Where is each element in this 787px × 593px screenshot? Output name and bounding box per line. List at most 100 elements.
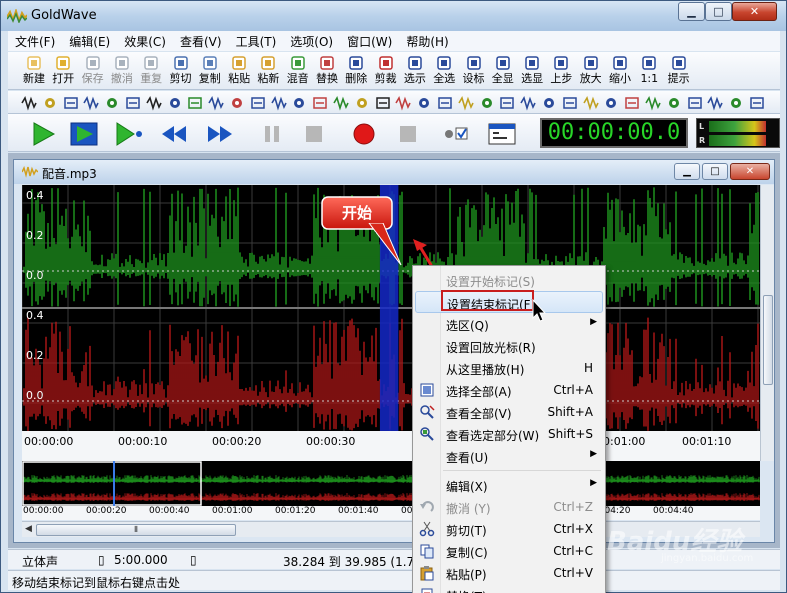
effect-3-icon[interactable] bbox=[83, 95, 100, 111]
title-bar[interactable]: GoldWave ▁ □ ✕ bbox=[1, 1, 786, 31]
effect-31-icon[interactable] bbox=[666, 95, 682, 111]
context-menu-item[interactable]: 设置回放光标(R) bbox=[415, 335, 603, 357]
play-from-cursor-icon[interactable] bbox=[112, 120, 144, 148]
effect-12-icon[interactable] bbox=[270, 95, 287, 111]
toolbar-button-14[interactable]: 全选 bbox=[432, 54, 456, 88]
toolbar-button-7[interactable]: 粘贴 bbox=[227, 54, 251, 88]
sound-minimize-button[interactable]: ▁ bbox=[674, 163, 700, 180]
control-window-icon[interactable] bbox=[486, 120, 518, 148]
effect-32-icon[interactable] bbox=[687, 95, 703, 111]
effect-10-icon[interactable] bbox=[229, 95, 245, 111]
monitor-options-icon[interactable] bbox=[440, 120, 472, 148]
context-menu-item[interactable]: 查看全部(V) Shift+A bbox=[415, 401, 603, 423]
context-menu-item[interactable]: 查看选定部分(W) Shift+S bbox=[415, 423, 603, 445]
context-menu-item[interactable]: 剪切(T) Ctrl+X bbox=[415, 518, 603, 540]
toolbar-button-8[interactable]: 粘新 bbox=[256, 54, 280, 88]
pause-icon[interactable] bbox=[256, 120, 288, 148]
toolbar-button-4[interactable]: 重复 bbox=[139, 54, 163, 88]
effect-15-icon[interactable] bbox=[333, 95, 349, 111]
context-menu-item[interactable]: 从这里播放(H) H bbox=[415, 357, 603, 379]
effect-6-icon[interactable] bbox=[146, 95, 162, 111]
menu-4[interactable]: 工具(T) bbox=[229, 33, 284, 50]
toolbar-button-2[interactable]: 保存 bbox=[81, 54, 105, 88]
toolbar-button-1[interactable]: 打开 bbox=[51, 54, 75, 88]
toolbar-button-5[interactable]: 剪切 bbox=[169, 54, 193, 88]
effect-24-icon[interactable] bbox=[520, 95, 536, 111]
toolbar-button-19[interactable]: 放大 bbox=[579, 54, 603, 88]
effect-17-icon[interactable] bbox=[375, 95, 391, 111]
effect-1-icon[interactable] bbox=[42, 95, 58, 111]
toolbar-button-22[interactable]: 提示 bbox=[667, 54, 691, 88]
effect-29-icon[interactable] bbox=[624, 95, 640, 111]
toolbar-button-17[interactable]: 选显 bbox=[520, 54, 544, 88]
effect-20-icon[interactable] bbox=[437, 95, 453, 111]
effect-18-icon[interactable] bbox=[395, 95, 412, 111]
play-selection-icon[interactable] bbox=[68, 120, 100, 148]
context-menu-item[interactable]: 查看(U) ▶ bbox=[415, 445, 603, 467]
effect-9-icon[interactable] bbox=[208, 95, 224, 111]
menu-5[interactable]: 选项(O) bbox=[283, 33, 340, 50]
context-menu-item[interactable]: 粘贴(P) Ctrl+V bbox=[415, 562, 603, 584]
menu-0[interactable]: 文件(F) bbox=[8, 33, 62, 50]
effect-27-icon[interactable] bbox=[582, 95, 599, 111]
effect-7-icon[interactable] bbox=[167, 95, 183, 111]
effect-26-icon[interactable] bbox=[562, 95, 578, 111]
play-icon[interactable] bbox=[26, 120, 58, 148]
stop-record-icon[interactable] bbox=[392, 120, 424, 148]
context-menu-item[interactable]: 选区(Q) ▶ bbox=[415, 313, 603, 335]
toolbar-button-11[interactable]: 删除 bbox=[344, 54, 368, 88]
context-menu-item[interactable]: 选择全部(A) Ctrl+A bbox=[415, 379, 603, 401]
context-menu-item[interactable]: 设置开始标记(S) bbox=[415, 269, 603, 291]
context-menu-item[interactable]: 撤消 (Y) Ctrl+Z bbox=[415, 496, 603, 518]
scroll-thumb[interactable]: ⦀ bbox=[36, 524, 236, 536]
sound-window-title-bar[interactable]: 配音.mp3 ▁ □ ✕ bbox=[14, 160, 774, 184]
sound-maximize-button[interactable]: □ bbox=[702, 163, 728, 180]
context-menu-item[interactable]: 复制(C) Ctrl+C bbox=[415, 540, 603, 562]
toolbar-button-12[interactable]: 剪裁 bbox=[374, 54, 398, 88]
effect-21-icon[interactable] bbox=[458, 95, 474, 111]
effect-28-icon[interactable] bbox=[603, 95, 619, 111]
toolbar-button-21[interactable]: 1:1 bbox=[637, 54, 661, 88]
close-button[interactable]: ✕ bbox=[732, 2, 777, 21]
effect-0-icon[interactable] bbox=[21, 95, 37, 111]
effect-11-icon[interactable] bbox=[250, 95, 266, 111]
vertical-scrollbar[interactable] bbox=[760, 185, 774, 461]
effect-22-icon[interactable] bbox=[479, 95, 495, 111]
stop-icon[interactable] bbox=[298, 120, 330, 148]
effect-2-icon[interactable] bbox=[63, 95, 79, 111]
effect-19-icon[interactable] bbox=[416, 95, 432, 111]
toolbar-button-0[interactable]: 新建 bbox=[22, 54, 46, 88]
scroll-left-icon[interactable]: ◀ bbox=[25, 524, 32, 534]
context-menu-item[interactable]: 替换(T) bbox=[415, 584, 603, 593]
effect-35-icon[interactable] bbox=[749, 95, 765, 111]
toolbar-button-16[interactable]: 全显 bbox=[491, 54, 515, 88]
toolbar-button-15[interactable]: 设标 bbox=[462, 54, 486, 88]
fast-forward-icon[interactable] bbox=[204, 120, 236, 148]
rewind-icon[interactable] bbox=[158, 120, 190, 148]
context-menu-item[interactable]: 编辑(X) ▶ bbox=[415, 474, 603, 496]
toolbar-button-3[interactable]: 撤消 bbox=[110, 54, 134, 88]
effect-23-icon[interactable] bbox=[499, 95, 515, 111]
overview-waveform[interactable] bbox=[22, 461, 760, 506]
sound-close-button[interactable]: ✕ bbox=[730, 163, 770, 180]
minimize-button[interactable]: ▁ bbox=[678, 2, 705, 21]
menu-3[interactable]: 查看(V) bbox=[173, 33, 229, 50]
toolbar-button-18[interactable]: 上步 bbox=[549, 54, 573, 88]
toolbar-button-13[interactable]: 选示 bbox=[403, 54, 427, 88]
effect-14-icon[interactable] bbox=[312, 95, 328, 111]
menu-2[interactable]: 效果(C) bbox=[117, 33, 173, 50]
record-icon[interactable] bbox=[348, 120, 380, 148]
effect-13-icon[interactable] bbox=[291, 95, 307, 111]
effect-33-icon[interactable] bbox=[707, 95, 724, 111]
effect-5-icon[interactable] bbox=[125, 95, 141, 111]
effect-30-icon[interactable] bbox=[645, 95, 661, 111]
effect-16-icon[interactable] bbox=[354, 95, 370, 111]
maximize-button[interactable]: □ bbox=[705, 2, 732, 21]
toolbar-button-10[interactable]: 替换 bbox=[315, 54, 339, 88]
menu-6[interactable]: 窗口(W) bbox=[340, 33, 399, 50]
toolbar-button-6[interactable]: 复制 bbox=[198, 54, 222, 88]
toolbar-button-9[interactable]: 混音 bbox=[286, 54, 310, 88]
effect-8-icon[interactable] bbox=[187, 95, 203, 111]
effect-34-icon[interactable] bbox=[728, 95, 744, 111]
toolbar-button-20[interactable]: 缩小 bbox=[608, 54, 632, 88]
